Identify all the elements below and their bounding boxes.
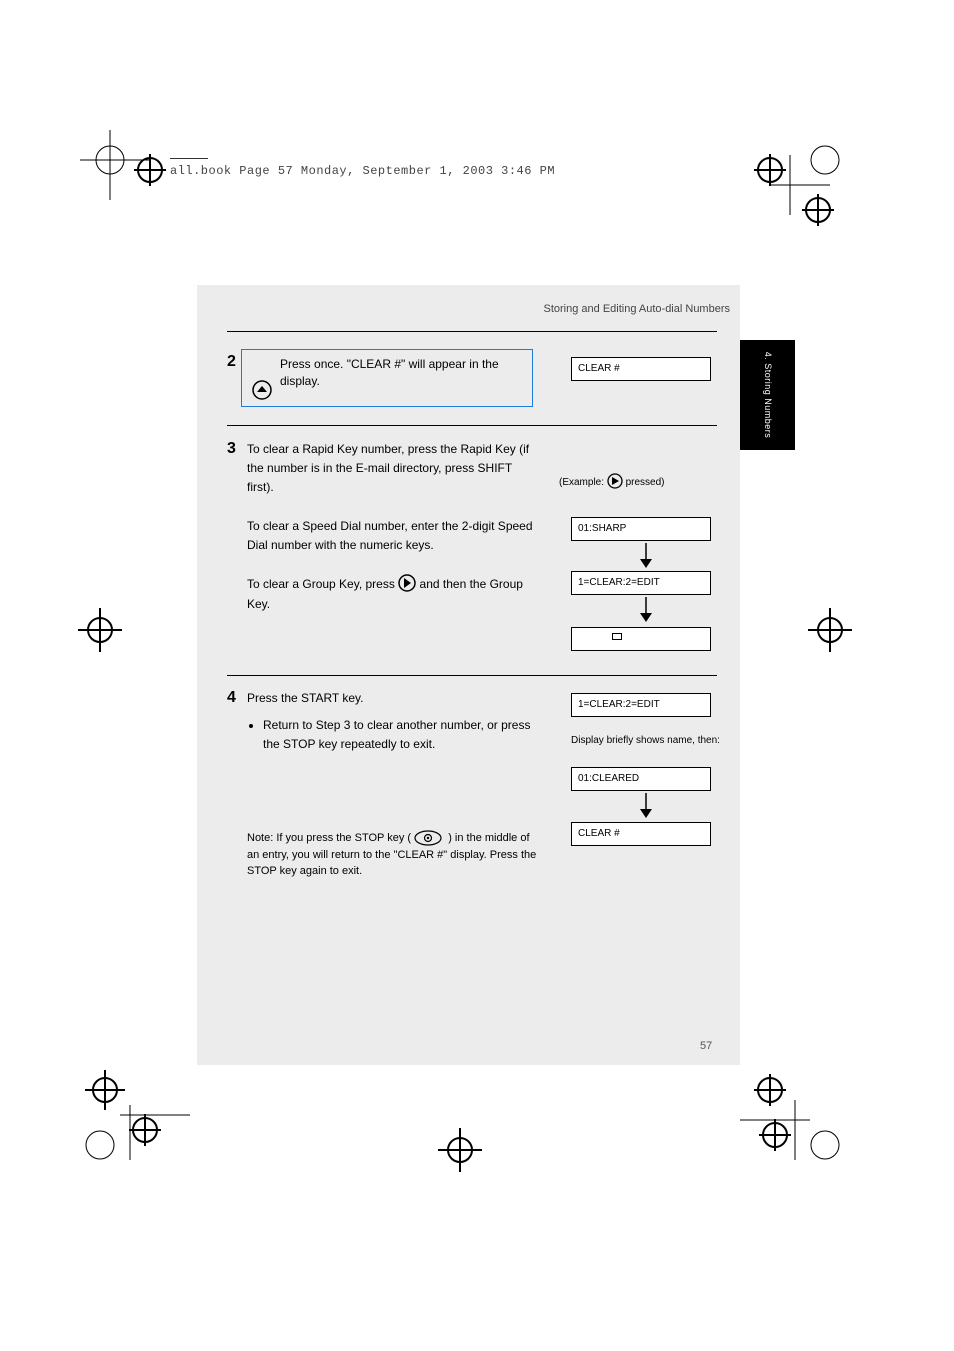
display-clear-edit-1: 1=CLEAR:2=EDIT [571, 571, 711, 595]
rule-2 [227, 425, 717, 426]
display-name: 01:SHARP [571, 517, 711, 541]
down-arrow-icon [637, 543, 655, 569]
step-3-line-1: To clear a Rapid Key number, press the R… [247, 442, 529, 494]
step-3-line-2: To clear a Speed Dial number, enter the … [247, 519, 533, 552]
step-2-text-prefix: Press [280, 357, 314, 371]
step-2-box: Press once. "CLEAR #" will appear in the… [241, 349, 533, 407]
display-blank-square [571, 627, 711, 651]
up-arrow-icon [252, 380, 272, 400]
cursor-box-icon [612, 633, 622, 640]
page-body: Storing and Editing Auto-dial Numbers 2 … [197, 285, 740, 1065]
display-clear-1: CLEAR # [571, 357, 711, 381]
step-4-line-1: Press the START key. [247, 691, 363, 705]
down-arrow-icon [637, 597, 655, 623]
down-arrow-icon [637, 793, 655, 819]
display-cleared: 01:CLEARED [571, 767, 711, 791]
crop-mark-bl [70, 1060, 190, 1180]
crop-mark-tl [80, 130, 180, 230]
rule-3 [227, 675, 717, 676]
stop-icon [414, 830, 442, 846]
step-4-line-2: Return to Step 3 to clear another number… [263, 716, 537, 754]
step-4-body: Press the START key. Return to Step 3 to… [247, 689, 537, 755]
right-arrow-icon [398, 574, 416, 592]
crop-mark-br [740, 1060, 860, 1180]
display-clear-edit-2: 1=CLEAR:2=EDIT [571, 693, 711, 717]
step-4-number: 4 [227, 689, 236, 707]
crop-mark-ml [70, 600, 130, 660]
crop-mark-bc [430, 1120, 490, 1180]
header-overline [170, 158, 208, 159]
step-3-line-3-prefix: To clear a Group Key, press [247, 577, 398, 591]
step-3-body: To clear a Rapid Key number, press the R… [247, 440, 537, 614]
example-caption: (Example: pressed) [559, 473, 719, 489]
caption-briefly-shows: Display briefly shows name, then: [571, 734, 721, 747]
side-tab: 4. Storing Numbers [740, 340, 795, 450]
step-4-note: Note: If you press the STOP key ( ) in t… [247, 830, 537, 880]
step-3-number: 3 [227, 440, 236, 458]
display-clear-2: CLEAR # [571, 822, 711, 846]
page-header-title: Storing and Editing Auto-dial Numbers [544, 303, 731, 315]
crop-mark-mr [800, 600, 860, 660]
side-tab-label: 4. Storing Numbers [763, 352, 773, 439]
step-4-note-prefix: Note: If you press the STOP key ( [247, 832, 411, 844]
right-arrow-icon [607, 473, 623, 489]
book-header: all.book Page 57 Monday, September 1, 20… [170, 164, 555, 178]
rule-1 [227, 331, 717, 332]
step-2-number: 2 [227, 353, 236, 371]
crop-mark-tr [740, 130, 860, 250]
page-number: 57 [700, 1040, 712, 1052]
